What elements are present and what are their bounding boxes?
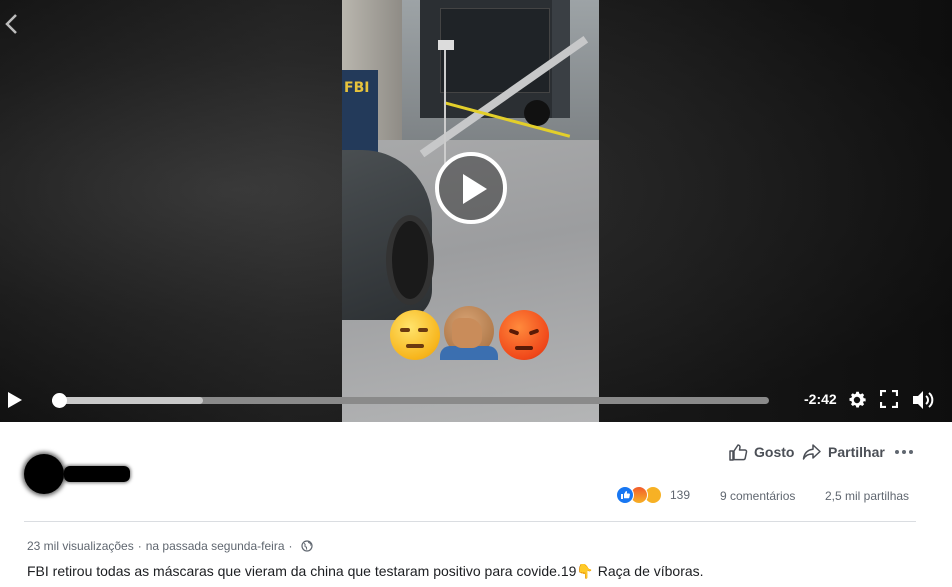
post-details: Gosto Partilhar 139 9 comentários 2,5 mi… [0, 422, 952, 587]
emoji-hand [452, 318, 482, 348]
page-name-redacted[interactable] [64, 466, 130, 482]
frame-tripod-sign [438, 40, 454, 50]
post-timestamp[interactable]: na passada segunda-feira [146, 539, 285, 553]
share-label: Partilhar [828, 444, 885, 460]
meta-separator: · [288, 539, 293, 553]
progress-scrubber[interactable] [52, 393, 769, 408]
frame-agent-jacket-text: FBI [344, 80, 370, 96]
reactions-summary[interactable]: 139 [616, 486, 690, 504]
video-player[interactable]: FBI -2:42 [0, 0, 952, 422]
post-caption: FBI retirou todas as máscaras que vieram… [27, 563, 704, 579]
post-meta: 23 mil visualizações · na passada segund… [27, 539, 313, 553]
share-arrow-icon [802, 444, 821, 460]
like-button[interactable]: Gosto [728, 442, 794, 462]
unamused-face-emoji [390, 310, 440, 360]
emoji-eye [508, 328, 520, 336]
emoji-mouth [406, 344, 424, 348]
view-count: 23 mil visualizações [27, 539, 134, 553]
dot [902, 450, 906, 454]
play-triangle [463, 174, 487, 204]
buffered-bar [52, 397, 203, 404]
frame-tripod [444, 44, 446, 164]
emoji-eye [418, 328, 428, 332]
shares-count-link[interactable]: 2,5 mil partilhas [825, 489, 909, 503]
play-icon[interactable] [6, 390, 24, 410]
reaction-count: 139 [670, 488, 691, 502]
video-post-page: FBI -2:42 Gosto Partilhar 139 9 comentár… [0, 0, 952, 587]
emoji-shirt [440, 346, 498, 360]
angry-face-emoji [499, 310, 549, 360]
meta-separator: · [137, 539, 142, 553]
emoji-eye [528, 328, 540, 336]
video-controls: -2:42 [0, 384, 952, 418]
like-reaction-icon [616, 486, 634, 504]
frame-car-wheel [386, 215, 434, 305]
dot [909, 450, 913, 454]
gear-icon[interactable] [846, 389, 868, 411]
comments-count-link[interactable]: 9 comentários [720, 489, 795, 503]
emoji-eye [400, 328, 410, 332]
facepalm-person-emoji [440, 306, 498, 360]
globe-icon[interactable] [300, 540, 313, 552]
fullscreen-icon[interactable] [880, 390, 898, 408]
avatar[interactable] [24, 454, 64, 494]
divider [24, 521, 916, 522]
dot [895, 450, 899, 454]
like-label: Gosto [754, 444, 795, 460]
thumbs-up-icon [729, 444, 748, 461]
thumbs-up-glyph [621, 491, 630, 499]
play-circle-icon[interactable] [435, 152, 507, 224]
frame-truck-wheel [524, 100, 550, 126]
time-remaining: -2:42 [804, 391, 837, 407]
emoji-mouth [515, 346, 533, 350]
more-options-icon[interactable] [895, 444, 915, 460]
volume-icon[interactable] [911, 389, 935, 411]
chevron-left-icon[interactable] [2, 12, 22, 36]
scrubber-handle[interactable] [52, 393, 67, 408]
share-button[interactable]: Partilhar [802, 442, 885, 462]
